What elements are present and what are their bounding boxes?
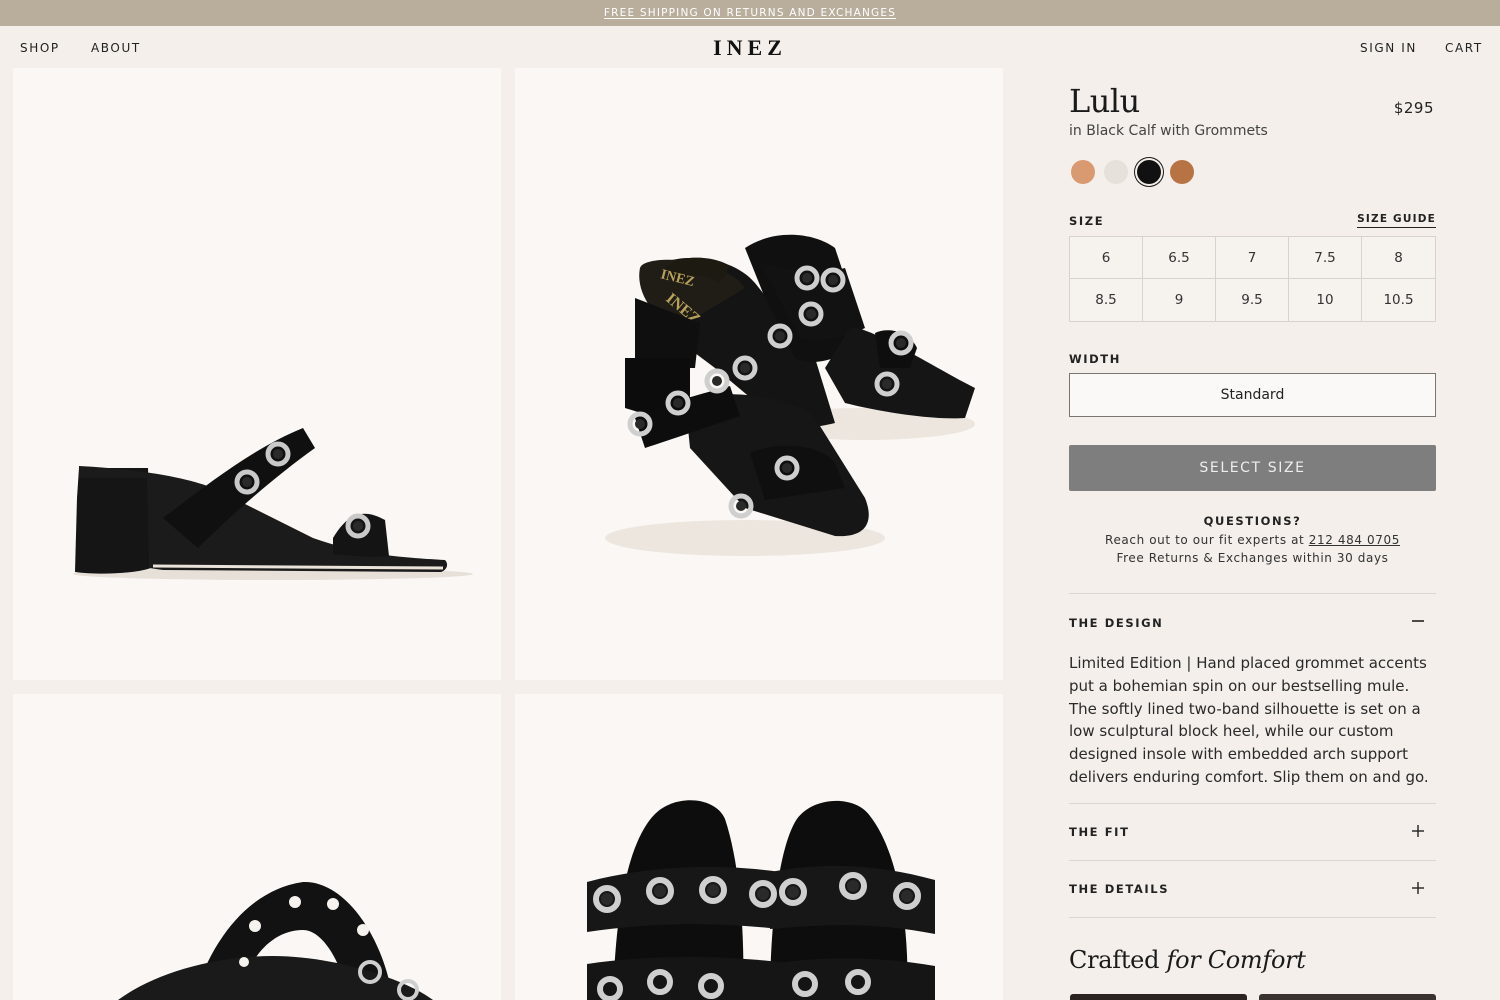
nav-about-link[interactable]: ABOUT xyxy=(91,41,141,55)
accordion-design-header[interactable]: THE DESIGN xyxy=(1069,614,1436,634)
promo-link[interactable]: FREE SHIPPING ON RETURNS AND EXCHANGES xyxy=(604,7,896,19)
divider xyxy=(1069,803,1436,804)
select-size-button[interactable]: SELECT SIZE xyxy=(1069,445,1436,491)
product-price: $295 xyxy=(1393,99,1434,117)
accordion-fit-header[interactable]: THE FIT xyxy=(1069,823,1436,843)
nav-shop-link[interactable]: SHOP xyxy=(20,41,60,55)
size-option[interactable]: 8 xyxy=(1362,237,1435,279)
sign-in-link[interactable]: SIGN IN xyxy=(1360,41,1417,55)
size-grid: 6 6.5 7 7.5 8 8.5 9 9.5 10 10.5 xyxy=(1069,236,1436,322)
crafted-heading: Crafted for Comfort xyxy=(1069,946,1306,974)
accordion-details-header[interactable]: THE DETAILS xyxy=(1069,880,1436,900)
phone-link[interactable]: 212 484 0705 xyxy=(1309,533,1400,547)
size-option[interactable]: 9.5 xyxy=(1216,279,1289,321)
promo-bar: FREE SHIPPING ON RETURNS AND EXCHANGES xyxy=(0,0,1500,26)
design-description: Limited Edition | Hand placed grommet ac… xyxy=(1069,654,1429,786)
product-name: Lulu xyxy=(1069,82,1140,120)
plus-icon xyxy=(1412,825,1424,837)
product-image-front-view[interactable] xyxy=(515,694,1003,1000)
divider xyxy=(1069,860,1436,861)
site-header: SHOP ABOUT INEZ SIGN IN CART xyxy=(0,26,1500,68)
front-view-shoe-illustration xyxy=(587,800,935,1000)
returns-note: Free Returns & Exchanges within 30 days xyxy=(1116,551,1389,565)
product-info-panel: Lulu $295 in Black Calf with Grommets SI… xyxy=(1069,68,1436,1000)
swatch-tan[interactable] xyxy=(1071,160,1095,184)
top-view-shoe-illustration xyxy=(118,881,433,1000)
accordion-design-title: THE DESIGN xyxy=(1069,616,1164,630)
minus-icon xyxy=(1412,620,1424,622)
accordion-fit-title: THE FIT xyxy=(1069,825,1130,839)
accordion-details-title: THE DETAILS xyxy=(1069,882,1170,896)
size-option[interactable]: 6.5 xyxy=(1143,237,1216,279)
swatch-black[interactable] xyxy=(1137,160,1161,184)
product-variant: in Black Calf with Grommets xyxy=(1069,123,1268,139)
comfort-image-thumb xyxy=(1259,994,1436,1000)
size-label: SIZE xyxy=(1069,214,1105,228)
cart-link[interactable]: CART xyxy=(1445,41,1483,55)
questions-block: QUESTIONS? Reach out to our fit experts … xyxy=(1069,514,1436,565)
size-guide-link[interactable]: SIZE GUIDE xyxy=(1357,213,1436,228)
crafted-heading-italic: for Comfort xyxy=(1166,946,1306,974)
size-option[interactable]: 9 xyxy=(1143,279,1216,321)
size-option[interactable]: 7.5 xyxy=(1289,237,1362,279)
questions-contact-line: Reach out to our fit experts at 212 484 … xyxy=(1069,533,1436,547)
divider xyxy=(1069,593,1436,594)
size-option[interactable]: 7 xyxy=(1216,237,1289,279)
questions-contact-text: Reach out to our fit experts at xyxy=(1105,533,1309,547)
size-option[interactable]: 6 xyxy=(1070,237,1143,279)
product-image-pair-view[interactable]: INEZ INEZ xyxy=(515,68,1003,680)
side-view-shoe-illustration xyxy=(73,428,473,580)
brand-logo[interactable]: INEZ xyxy=(680,35,820,61)
color-swatches xyxy=(1071,160,1194,184)
size-option[interactable]: 10.5 xyxy=(1362,279,1435,321)
divider xyxy=(1069,917,1436,918)
size-option[interactable]: 8.5 xyxy=(1070,279,1143,321)
swatch-cream[interactable] xyxy=(1104,160,1128,184)
plus-icon xyxy=(1412,882,1424,894)
product-image-top-view[interactable] xyxy=(13,694,501,1000)
comfort-image-thumb xyxy=(1070,994,1247,1000)
crafted-heading-regular: Crafted xyxy=(1069,946,1160,974)
pair-view-shoe-illustration: INEZ INEZ xyxy=(605,234,975,556)
questions-title: QUESTIONS? xyxy=(1203,514,1302,528)
size-option[interactable]: 10 xyxy=(1289,279,1362,321)
swatch-cognac[interactable] xyxy=(1170,160,1194,184)
product-image-side-view[interactable] xyxy=(13,68,501,680)
width-label: WIDTH xyxy=(1069,352,1121,366)
width-select[interactable]: Standard xyxy=(1069,373,1436,417)
